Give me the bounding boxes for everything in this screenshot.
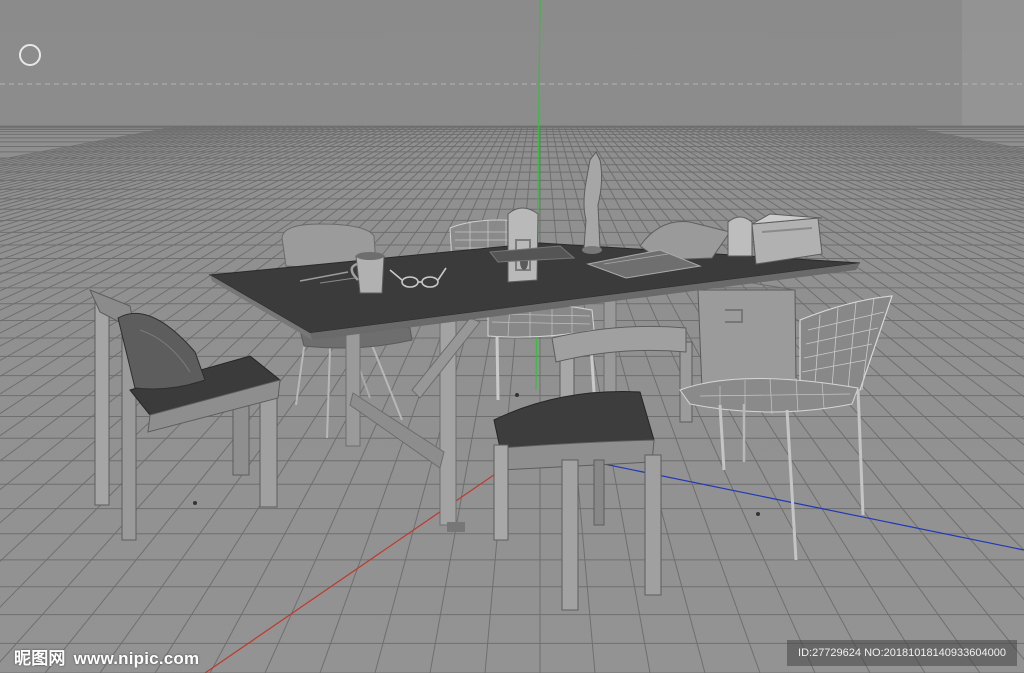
pencil-cup: [727, 216, 753, 257]
orbit-circle-icon[interactable]: [19, 44, 41, 66]
floor-marker: [515, 393, 519, 397]
mug: [355, 255, 385, 294]
watermark-site: www.nipic.com: [73, 649, 200, 668]
floor-marker: [756, 512, 760, 516]
floor-marker: [193, 501, 197, 505]
watermark-id-text: ID:27729624 NO:20181018140933604000: [798, 647, 1006, 659]
scene-canvas[interactable]: [0, 0, 1024, 673]
watermark-logo: 昵图网 www.nipic.com: [14, 644, 199, 669]
3d-viewport[interactable]: 昵图网 www.nipic.com ID:27729624 NO:20181018…: [0, 0, 1024, 673]
paper-bag[interactable]: [697, 281, 797, 391]
watermark-id-box: ID:27729624 NO:20181018140933604000: [787, 640, 1017, 666]
watermark-logo-text: 昵图网: [14, 649, 66, 668]
